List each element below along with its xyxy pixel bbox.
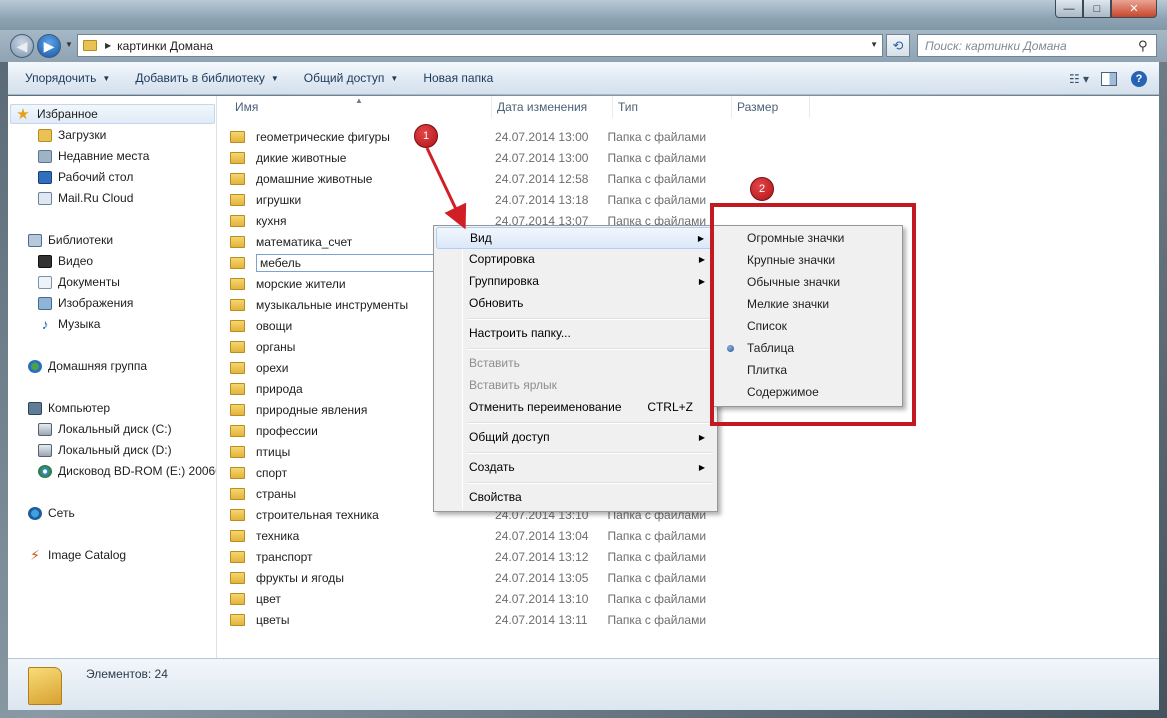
annotation-arrow [425,147,467,230]
